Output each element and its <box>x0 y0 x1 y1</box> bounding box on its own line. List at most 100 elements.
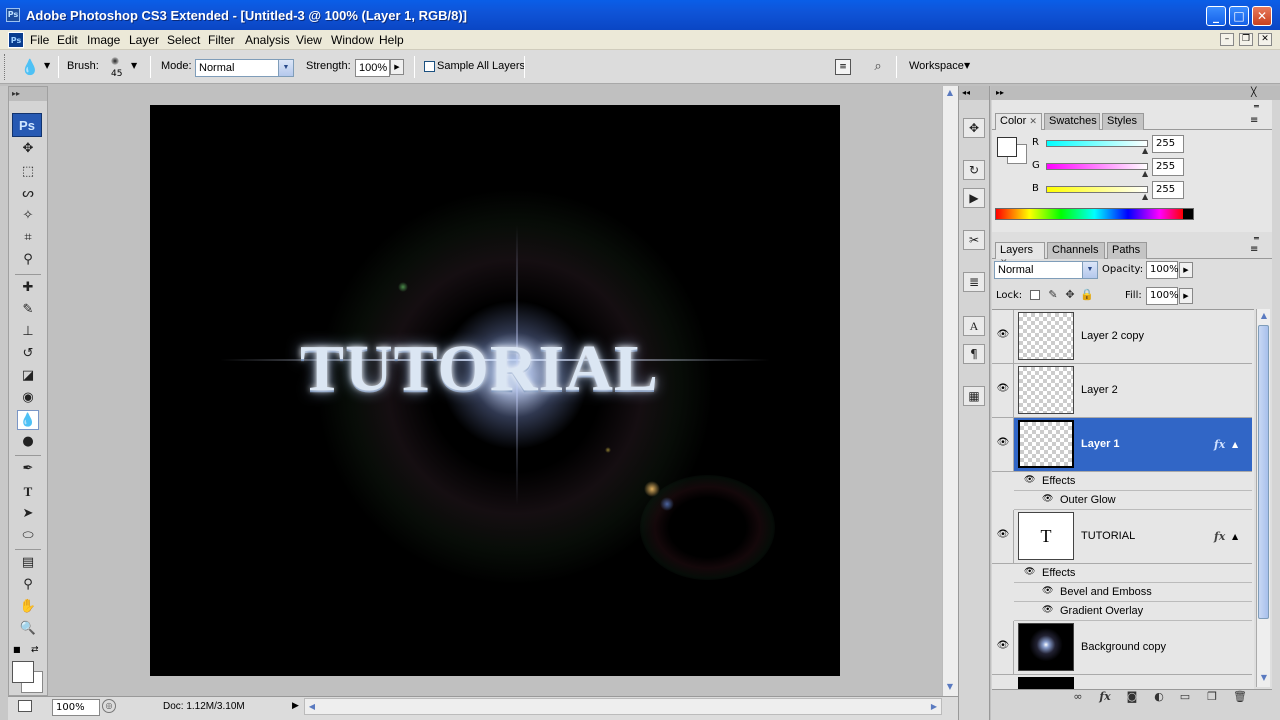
blur-tool-icon[interactable]: 💧 <box>17 410 39 430</box>
zoom-field[interactable]: 100% <box>52 699 100 716</box>
foreground-color-swatch[interactable] <box>12 661 34 683</box>
brush-dropdown-arrow-icon[interactable]: ▼ <box>131 61 137 70</box>
tool-presets-panel-icon[interactable]: ✂ <box>963 230 985 250</box>
dock-header[interactable]: ▸▸ ╳ <box>991 86 1280 100</box>
tab-paths[interactable]: Paths <box>1107 242 1147 259</box>
dock-close-icon[interactable]: ╳ <box>1251 86 1256 100</box>
add-mask-icon[interactable]: ◙ <box>1124 690 1140 704</box>
clone-stamp-tool-icon[interactable]: ⊥ <box>17 322 39 342</box>
scroll-up-icon[interactable]: ▲ <box>1257 309 1271 323</box>
new-adjustment-layer-icon[interactable]: ◐ <box>1151 690 1167 704</box>
tab-close-icon[interactable]: ✕ <box>1029 116 1037 126</box>
healing-brush-tool-icon[interactable]: ✚ <box>17 278 39 298</box>
menu-image[interactable]: Image <box>87 32 120 48</box>
foreground-color-box[interactable] <box>997 137 1017 157</box>
workspace-dropdown-arrow-icon[interactable]: ▼ <box>964 61 970 70</box>
lock-transparency-icon[interactable] <box>1030 290 1040 300</box>
chevron-down-icon[interactable]: ▼ <box>1082 262 1097 278</box>
link-layers-icon[interactable]: ∞ <box>1070 690 1086 704</box>
visibility-eye-icon[interactable]: 👁 <box>996 438 1010 448</box>
default-colors-icon[interactable]: ■ <box>13 645 23 655</box>
workspace-menu[interactable]: Workspace <box>909 60 964 72</box>
effects-row[interactable]: 👁 Effects <box>1014 472 1252 491</box>
fill-slider-arrow-icon[interactable]: ▶ <box>1179 288 1193 304</box>
dodge-tool-icon[interactable]: ● <box>17 432 39 452</box>
effect-outer-glow[interactable]: 👁 Outer Glow <box>1014 491 1252 510</box>
menu-analysis[interactable]: Analysis <box>245 32 290 48</box>
doc-restore-icon[interactable]: ❐ <box>1239 33 1253 46</box>
layer-row-background-copy[interactable]: 👁 Background copy <box>992 621 1252 675</box>
layer-name[interactable]: Layer 1 <box>1081 438 1120 450</box>
notes-tool-icon[interactable]: ▤ <box>17 553 39 573</box>
add-layer-style-icon[interactable]: fx <box>1097 690 1113 704</box>
effect-eye-icon[interactable]: 👁 <box>1042 586 1053 596</box>
layer-list-scrollbar[interactable]: ▲ ▼ <box>1256 309 1270 687</box>
effects-row[interactable]: 👁 Effects <box>1014 564 1252 583</box>
shape-tool-icon[interactable]: ⬭ <box>17 526 39 546</box>
slider-thumb-icon[interactable]: ▲ <box>1142 169 1148 178</box>
pen-tool-icon[interactable]: ✒ <box>17 459 39 479</box>
layer-row-tutorial[interactable]: 👁 T TUTORIAL fx ▲ <box>992 510 1252 564</box>
strength-input[interactable]: 100% <box>355 59 390 77</box>
path-selection-tool-icon[interactable]: ➤ <box>17 504 39 524</box>
menu-filter[interactable]: Filter <box>208 32 235 48</box>
tab-swatches[interactable]: Swatches <box>1044 113 1100 130</box>
image-layer-thumbnail[interactable] <box>1018 623 1074 671</box>
effect-eye-icon[interactable]: 👁 <box>1042 605 1053 615</box>
history-panel-icon[interactable]: ↻ <box>963 160 985 180</box>
color-ramp[interactable] <box>995 208 1194 220</box>
new-group-icon[interactable]: ▭ <box>1177 690 1193 704</box>
lock-pixels-icon[interactable]: ✎ <box>1045 288 1061 302</box>
palette-well-icon[interactable]: ≡ <box>835 59 851 75</box>
menu-edit[interactable]: Edit <box>57 32 78 48</box>
lock-position-icon[interactable]: ✥ <box>1062 288 1078 302</box>
menu-view[interactable]: View <box>296 32 322 48</box>
vertical-scrollbar[interactable]: ▲ ▼ <box>942 86 958 696</box>
channel-r-input[interactable]: 255 <box>1152 135 1184 153</box>
grip-handle[interactable] <box>4 54 8 80</box>
type-tool-icon[interactable]: T <box>17 482 39 502</box>
status-options-icon[interactable]: ◎ <box>102 699 116 713</box>
photoshop-logo[interactable]: Ps <box>12 113 42 137</box>
blur-tool-preset-icon[interactable]: 💧 <box>20 58 40 78</box>
document-icon[interactable]: Ps <box>8 32 24 48</box>
history-brush-tool-icon[interactable]: ↺ <box>17 344 39 364</box>
menu-select[interactable]: Select <box>167 32 200 48</box>
slider-thumb-icon[interactable]: ▲ <box>1142 192 1148 201</box>
panel-menu-icon[interactable]: ≡ <box>1250 115 1258 126</box>
expand-effects-icon[interactable]: ▲ <box>1232 532 1238 541</box>
effects-eye-icon[interactable]: 👁 <box>1024 567 1035 577</box>
doc-minimize-icon[interactable]: – <box>1220 33 1234 46</box>
scroll-down-icon[interactable]: ▼ <box>1257 671 1271 685</box>
fx-badge-icon[interactable]: fx <box>1214 530 1225 543</box>
mode-select[interactable]: Normal ▼ <box>195 59 294 77</box>
panel-menu-icon[interactable]: ≡ <box>1250 244 1258 255</box>
opacity-slider-arrow-icon[interactable]: ▶ <box>1179 262 1193 278</box>
info-panel-icon[interactable]: ▦ <box>963 386 985 406</box>
slider-thumb-icon[interactable]: ▲ <box>1142 146 1148 155</box>
layer-row-layer-1[interactable]: 👁 Layer 1 fx ▲ <box>992 418 1252 472</box>
bridge-icon[interactable]: ⌕ <box>866 57 890 77</box>
layer-thumbnail[interactable] <box>1018 420 1074 468</box>
lock-all-icon[interactable]: 🔒 <box>1079 288 1095 302</box>
new-layer-icon[interactable]: ❐ <box>1204 690 1220 704</box>
layer-name[interactable]: Layer 2 copy <box>1081 330 1144 342</box>
marquee-tool-icon[interactable]: ⬚ <box>17 162 39 182</box>
fill-input[interactable]: 100% <box>1146 287 1179 305</box>
brush-tip-icon[interactable] <box>111 57 119 65</box>
close-icon[interactable]: ✕ <box>1252 6 1272 26</box>
delete-layer-icon[interactable]: 🗑 <box>1232 690 1248 704</box>
effect-bevel-and-emboss[interactable]: 👁 Bevel and Emboss <box>1014 583 1252 602</box>
strength-slider-arrow-icon[interactable]: ▶ <box>390 59 404 75</box>
layer-thumbnail[interactable] <box>1018 366 1074 414</box>
navigator-panel-icon[interactable]: ✥ <box>963 118 985 138</box>
zoom-tool-icon[interactable]: 🔍 <box>17 619 39 639</box>
menu-file[interactable]: File <box>30 32 49 48</box>
paragraph-panel-icon[interactable]: ¶ <box>963 344 985 364</box>
tab-channels[interactable]: Channels <box>1047 242 1105 259</box>
brush-tool-icon[interactable]: ✎ <box>17 300 39 320</box>
menu-help[interactable]: Help <box>379 32 404 48</box>
type-layer-thumbnail[interactable]: T <box>1018 512 1074 560</box>
character-panel-icon[interactable]: A <box>963 316 985 336</box>
paint-bucket-tool-icon[interactable]: ◉ <box>17 388 39 408</box>
